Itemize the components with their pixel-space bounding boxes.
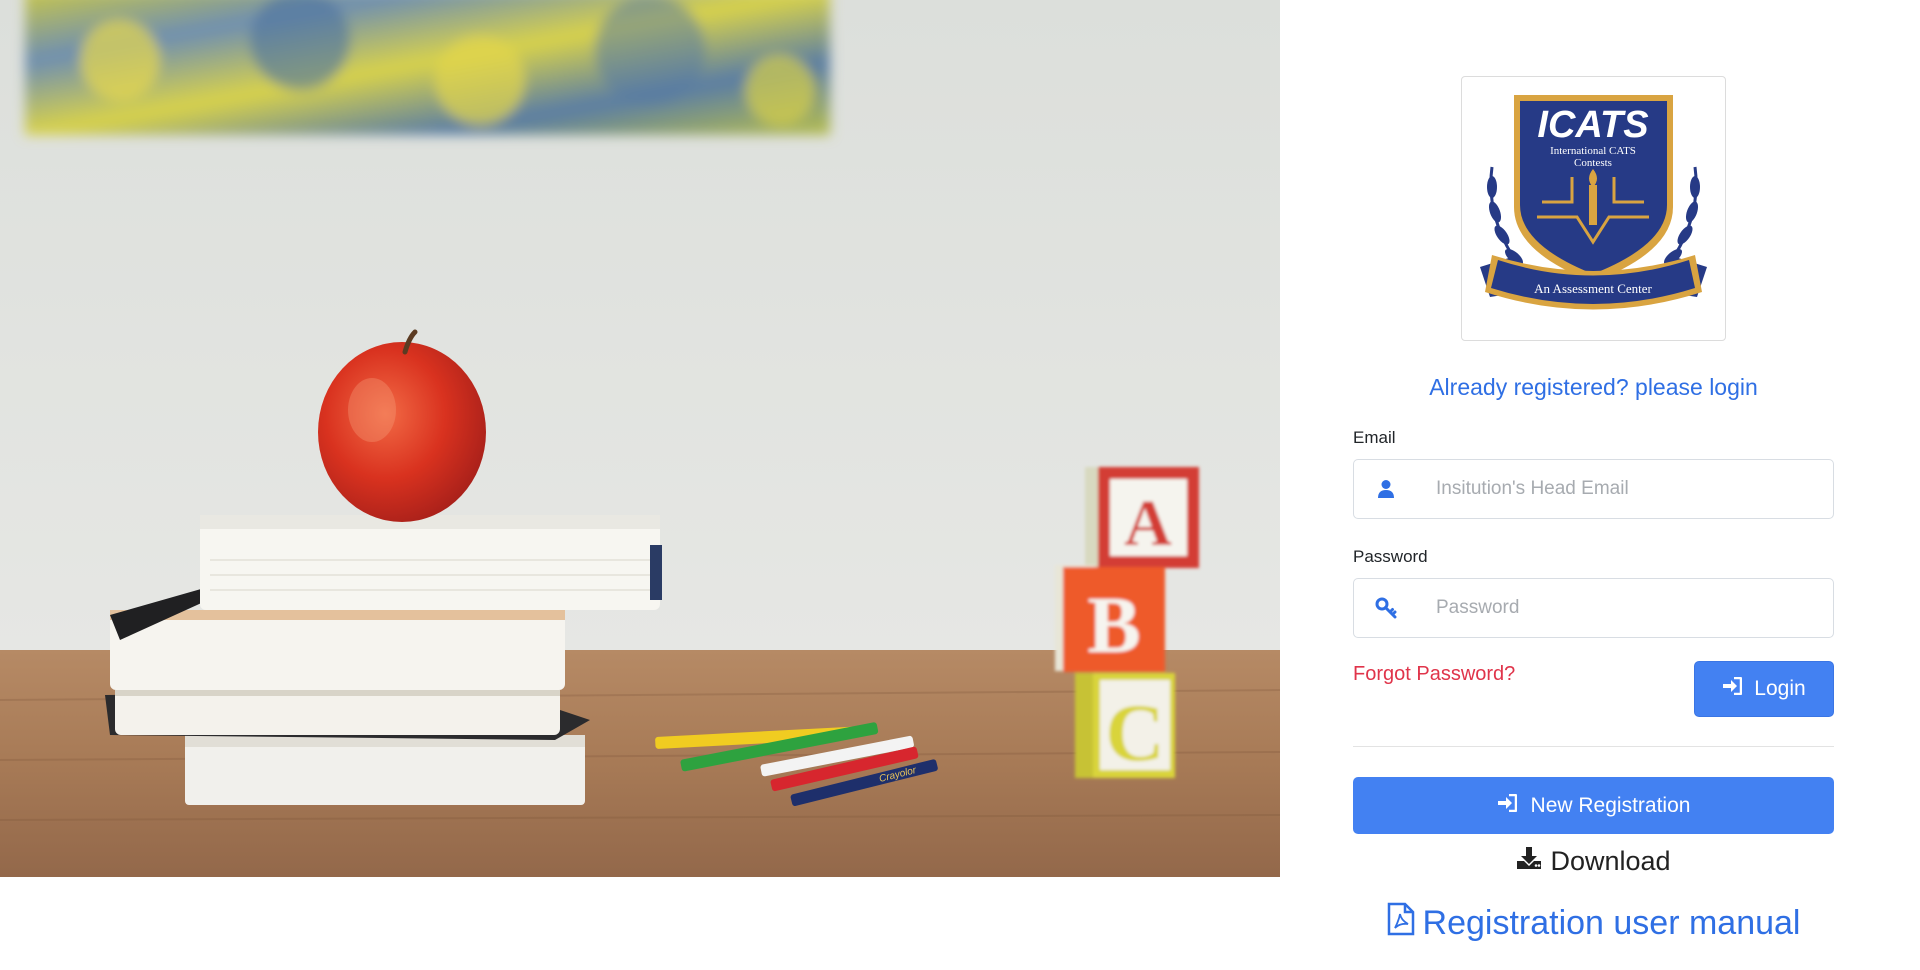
login-button-label: Login bbox=[1754, 677, 1806, 700]
logo-subtitle-2: Contests bbox=[1574, 157, 1612, 169]
hero-image: Crayolor A B C bbox=[0, 0, 1280, 877]
divider bbox=[1353, 746, 1834, 747]
password-label: Password bbox=[1353, 547, 1428, 566]
registration-manual-label: Registration user manual bbox=[1422, 904, 1801, 942]
new-registration-button[interactable]: New Registration bbox=[1353, 777, 1834, 834]
classroom-desk-illustration: Crayolor A B C bbox=[0, 0, 1280, 877]
file-pdf-icon bbox=[1387, 902, 1415, 945]
registration-manual-link[interactable]: Registration user manual bbox=[1280, 902, 1907, 945]
user-icon bbox=[1354, 460, 1418, 518]
logo-subtitle-1: International CATS bbox=[1550, 145, 1636, 157]
block-letter-b: B bbox=[1087, 582, 1140, 670]
download-link[interactable]: Download bbox=[1280, 846, 1907, 877]
icats-crest-icon: ICATS International CATS Contests An Ass… bbox=[1480, 95, 1707, 310]
password-field[interactable] bbox=[1353, 578, 1834, 638]
email-field[interactable] bbox=[1353, 459, 1834, 519]
key-icon bbox=[1354, 579, 1418, 637]
login-button[interactable]: Login bbox=[1694, 661, 1834, 717]
logo-ribbon-text: An Assessment Center bbox=[1534, 281, 1652, 296]
icats-logo: ICATS International CATS Contests An Ass… bbox=[1461, 76, 1726, 341]
email-label: Email bbox=[1353, 428, 1396, 447]
sign-in-icon bbox=[1497, 793, 1517, 818]
login-panel: ICATS International CATS Contests An Ass… bbox=[1280, 0, 1920, 970]
download-label: Download bbox=[1550, 846, 1671, 876]
forgot-password-link[interactable]: Forgot Password? bbox=[1353, 663, 1515, 686]
logo-title: ICATS bbox=[1537, 104, 1648, 146]
download-icon bbox=[1516, 846, 1542, 877]
login-heading-link[interactable]: Already registered? please login bbox=[1280, 374, 1907, 401]
password-input[interactable] bbox=[1418, 580, 1833, 636]
new-registration-label: New Registration bbox=[1530, 793, 1691, 817]
block-letter-c: C bbox=[1105, 687, 1164, 778]
sign-in-icon bbox=[1722, 676, 1743, 701]
block-letter-a: A bbox=[1124, 487, 1172, 560]
email-input[interactable] bbox=[1418, 461, 1833, 517]
